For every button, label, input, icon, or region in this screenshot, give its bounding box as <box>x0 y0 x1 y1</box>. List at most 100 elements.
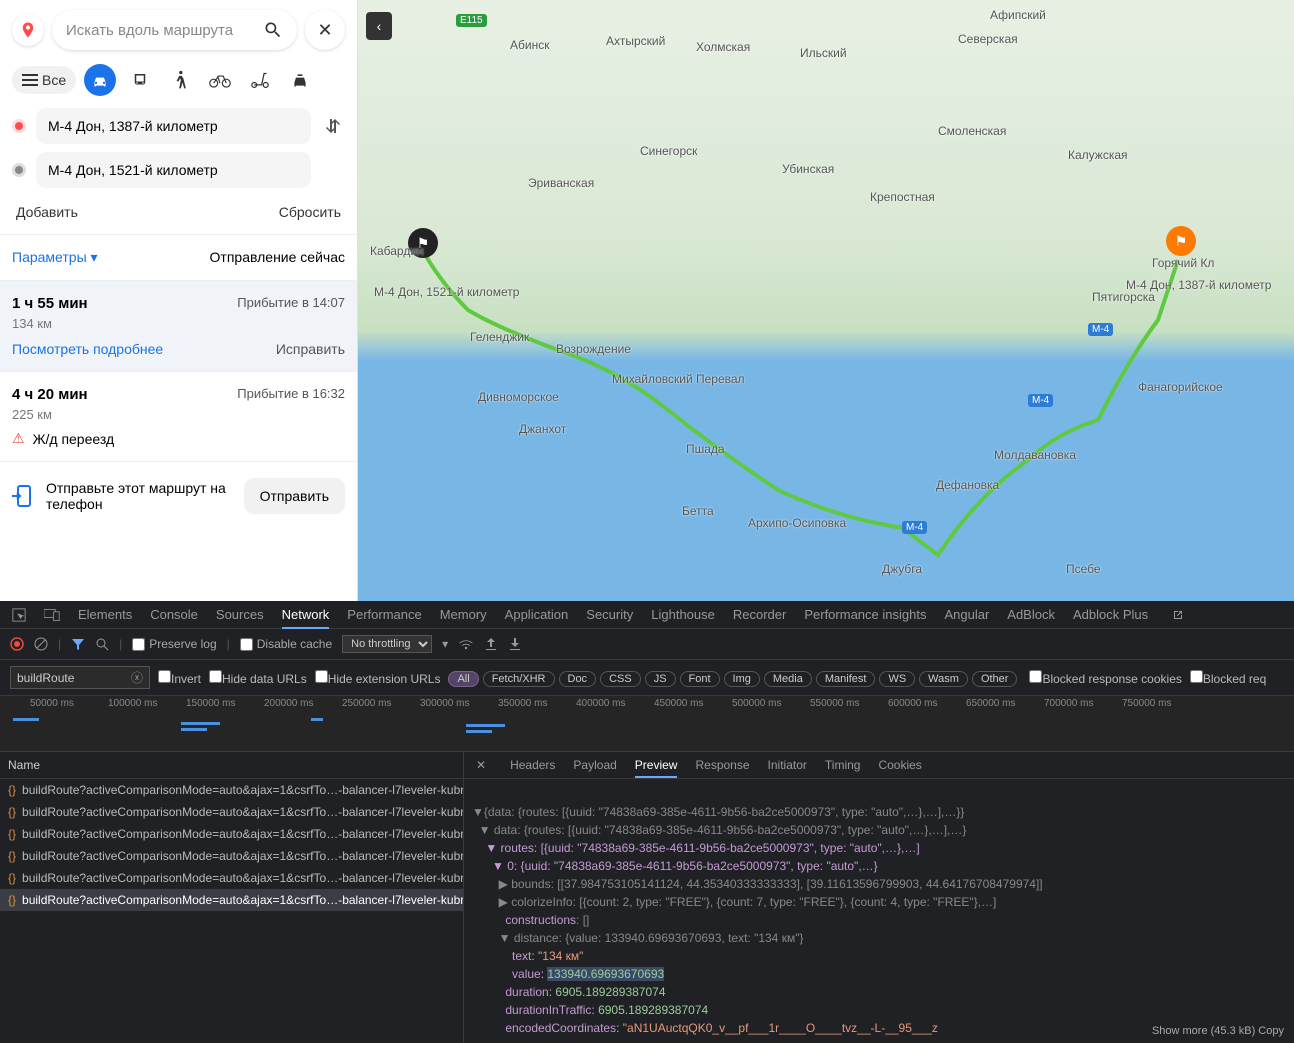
throttling-select[interactable]: No throttling <box>342 635 432 653</box>
devtools-tab[interactable]: Security <box>586 607 633 622</box>
filter-pill[interactable]: Media <box>764 671 812 687</box>
devtools-tab[interactable]: Performance <box>347 607 421 622</box>
route-arrival: Прибытие в 14:07 <box>237 295 345 312</box>
close-button[interactable]: ✕ <box>305 10 345 50</box>
detail-tab[interactable]: Cookies <box>878 758 921 772</box>
map-place-label: М-4 Дон, 1387-й километр <box>1126 278 1271 292</box>
filter-pill[interactable]: Other <box>972 671 1018 687</box>
detail-tab[interactable]: Payload <box>573 758 616 772</box>
stop-icon[interactable] <box>34 637 48 651</box>
blocked-cookies-checkbox[interactable]: Blocked response cookies <box>1029 670 1181 686</box>
filter-pill[interactable]: Wasm <box>919 671 968 687</box>
filter-pill[interactable]: Img <box>724 671 760 687</box>
filter-pill[interactable]: WS <box>879 671 915 687</box>
request-row[interactable]: {}buildRoute?activeComparisonMode=auto&a… <box>0 845 463 867</box>
request-row[interactable]: {}buildRoute?activeComparisonMode=auto&a… <box>0 801 463 823</box>
waypoint-a[interactable]: М-4 Дон, 1387-й километр <box>36 108 311 144</box>
devtools-tab[interactable]: Sources <box>216 607 264 622</box>
location-pin-button[interactable] <box>12 14 44 46</box>
device-mode-icon[interactable] <box>44 609 60 621</box>
swap-waypoints-button[interactable] <box>321 116 345 136</box>
mode-taxi[interactable] <box>284 64 316 96</box>
detail-tab[interactable]: Initiator <box>768 758 807 772</box>
detail-tab[interactable]: Preview <box>635 758 678 778</box>
blocked-req-checkbox[interactable]: Blocked req <box>1190 670 1266 686</box>
filter-pill[interactable]: Font <box>680 671 720 687</box>
add-waypoint-button[interactable]: Добавить <box>16 204 78 220</box>
map-place-label: Фанагорийское <box>1138 380 1223 394</box>
search-icon[interactable] <box>95 637 109 651</box>
devtools-tab[interactable]: Memory <box>440 607 487 622</box>
download-icon[interactable] <box>508 637 522 651</box>
devtools-tab[interactable]: Recorder <box>733 607 786 622</box>
map-place-label: Крепостная <box>870 190 935 204</box>
request-row[interactable]: {}buildRoute?activeComparisonMode=auto&a… <box>0 823 463 845</box>
waypoint-b[interactable]: М-4 Дон, 1521-й километр <box>36 152 311 188</box>
send-route-button[interactable]: Отправить <box>244 478 345 514</box>
upload-icon[interactable] <box>484 637 498 651</box>
hide-data-urls-checkbox[interactable]: Hide data URLs <box>209 670 307 686</box>
preserve-log-checkbox[interactable]: Preserve log <box>132 637 216 651</box>
request-row[interactable]: {}buildRoute?activeComparisonMode=auto&a… <box>0 779 463 801</box>
record-icon[interactable] <box>10 637 24 651</box>
devtools-tab[interactable]: Elements <box>78 607 132 622</box>
wifi-icon[interactable] <box>458 638 474 650</box>
mode-car[interactable] <box>84 64 116 96</box>
inspect-icon[interactable] <box>12 608 26 622</box>
close-detail-button[interactable]: ✕ <box>476 758 486 772</box>
devtools-tab[interactable]: Network <box>282 607 330 629</box>
request-row[interactable]: {}buildRoute?activeComparisonMode=auto&a… <box>0 867 463 889</box>
filter-pill[interactable]: JS <box>645 671 676 687</box>
devtools-tab[interactable]: Application <box>505 607 569 622</box>
mode-all[interactable]: Все <box>12 66 76 94</box>
filter-pill[interactable]: Manifest <box>816 671 876 687</box>
devtools-tab[interactable]: Adblock Plus <box>1073 607 1148 622</box>
waypoint-a-text: М-4 Дон, 1387-й километр <box>48 118 218 134</box>
devtools-tab[interactable]: Performance insights <box>804 607 926 622</box>
request-row[interactable]: {}buildRoute?activeComparisonMode=auto&a… <box>0 889 463 911</box>
mode-transit[interactable] <box>124 64 156 96</box>
detail-tab[interactable]: Response <box>695 758 749 772</box>
invert-checkbox[interactable]: Invert <box>158 670 201 686</box>
route-details-link[interactable]: Посмотреть подробнее <box>12 341 163 357</box>
json-preview[interactable]: ▼{data: {routes: [{uuid: "74838a69-385e-… <box>464 779 1294 1043</box>
map-place-label: Афипский <box>990 8 1046 22</box>
route-fix-link[interactable]: Исправить <box>276 341 345 357</box>
detail-tab[interactable]: Headers <box>510 758 555 772</box>
mode-bike[interactable] <box>204 64 236 96</box>
timeline-tick: 100000 ms <box>108 698 157 709</box>
disable-cache-checkbox[interactable]: Disable cache <box>240 637 332 651</box>
filter-pill[interactable]: All <box>448 671 478 687</box>
detail-tab[interactable]: Timing <box>825 758 861 772</box>
filter-pill[interactable]: Doc <box>559 671 597 687</box>
devtools-tab[interactable]: AdBlock <box>1007 607 1055 622</box>
devtools-tab[interactable]: Lighthouse <box>651 607 715 622</box>
route-option-0[interactable]: 1 ч 55 мин Прибытие в 14:07 134 км Посмо… <box>0 281 357 372</box>
bike-icon <box>209 72 231 88</box>
car-icon <box>90 72 110 88</box>
mode-walk[interactable] <box>164 64 196 96</box>
devtools-tab[interactable]: Angular <box>944 607 989 622</box>
departure-label[interactable]: Отправление сейчас <box>210 249 345 266</box>
filter-pill[interactable]: CSS <box>600 671 641 687</box>
open-external-icon[interactable] <box>1172 609 1184 621</box>
map-canvas[interactable]: ‹ ⚑ ⚑ АбинскАфипскийАхтырскийХолмскаяИль… <box>358 0 1294 601</box>
clear-icon[interactable]: ⓧ <box>131 669 143 686</box>
network-timeline[interactable]: 50000 ms100000 ms150000 ms200000 ms25000… <box>0 696 1294 752</box>
route-params-link[interactable]: Параметры ▾ <box>12 249 98 266</box>
reset-waypoints-button[interactable]: Сбросить <box>279 204 341 220</box>
map-place-label: Михайловский Перевал <box>612 372 745 386</box>
mode-scooter[interactable] <box>244 64 276 96</box>
route-option-1[interactable]: 4 ч 20 мин Прибытие в 16:32 225 км ⚠ Ж/д… <box>0 372 357 462</box>
timeline-tick: 50000 ms <box>30 698 74 709</box>
search-input[interactable]: Искать вдоль маршрута <box>52 10 297 50</box>
map-pin-origin[interactable]: ⚑ <box>1166 226 1196 256</box>
devtools-panel: Elements Console Sources Network Performance… <box>0 601 1294 1043</box>
filter-pill[interactable]: Fetch/XHR <box>483 671 555 687</box>
filter-input[interactable]: buildRoute ⓧ <box>10 666 150 689</box>
hide-ext-urls-checkbox[interactable]: Hide extension URLs <box>315 670 441 686</box>
json-footer[interactable]: Show more (45.3 kB) Copy <box>1152 1025 1284 1037</box>
devtools-tab[interactable]: Console <box>150 607 198 622</box>
filter-icon[interactable] <box>71 637 85 651</box>
map-place-label: Абинск <box>510 38 549 52</box>
